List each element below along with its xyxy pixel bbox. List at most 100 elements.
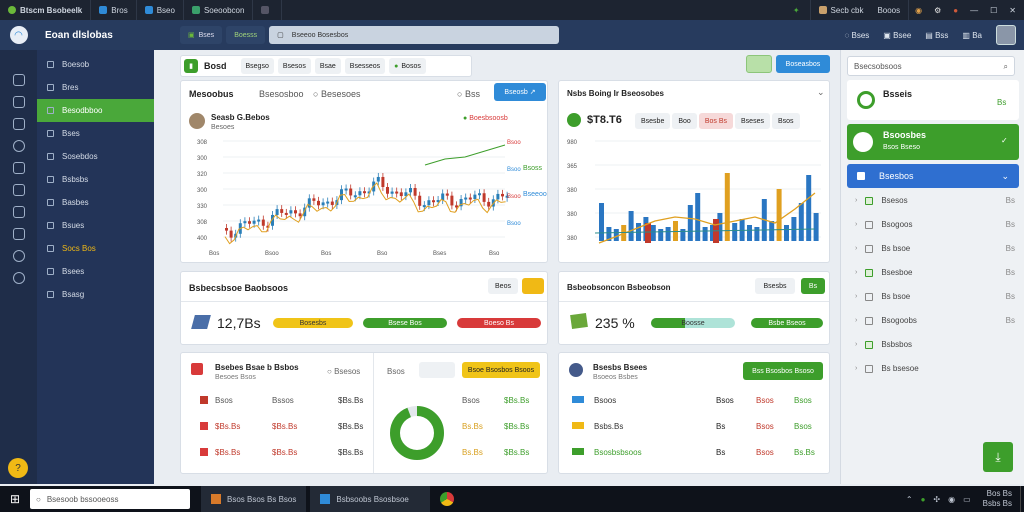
chevron-up-icon[interactable]: ⌃ [906,495,913,504]
header-link-1[interactable]: ◌ Bses [845,31,870,40]
divider [181,301,547,302]
legend-item-1: Bsoss [523,165,543,172]
network-icon[interactable]: ✣ [933,495,940,504]
users-icon[interactable] [12,184,25,196]
account-tab[interactable]: Secb cbk Booos [809,0,910,20]
tree-item[interactable]: › Bs bsoe Bs [855,244,1015,253]
tab-view-0[interactable]: Bsegso [240,58,274,74]
chip-1[interactable]: Boo [672,113,697,129]
search-input[interactable]: ▢ Bseeoo Bosesbos [269,26,560,44]
user-icon[interactable]: ● [953,6,958,15]
header-link-4[interactable]: ▥ Ba [962,31,982,40]
battery-icon[interactable]: ▭ [963,495,971,504]
menu-item[interactable]: Socs Bos [37,237,154,260]
window-tab-0[interactable]: Bros [91,0,137,20]
nav-tab-1[interactable]: ▣ Bses [180,26,223,44]
window-tab-2[interactable]: Soeoobcon [184,0,254,20]
yellow-button[interactable]: Bsoe Bsosbos Bsoos [462,362,540,378]
tab-a[interactable]: Bsos [387,367,405,376]
cloud-icon[interactable] [12,96,25,108]
download-button[interactable]: ⤓ [983,442,1013,472]
tree-item[interactable]: › Bsesos Bs [855,196,1015,205]
tab-view-2[interactable]: Bsae [314,58,341,74]
maximize-icon[interactable]: ☐ [990,6,997,15]
checklist-icon[interactable] [12,206,25,218]
period-select[interactable]: ○ Bss [457,89,480,99]
help-icon[interactable]: ? [8,458,28,478]
chip-4[interactable]: Bsos [771,113,800,129]
card-action-button[interactable]: Bseosb ↗ [494,83,546,101]
toolbar-primary-button[interactable]: Boseasbos [776,55,830,73]
home-icon[interactable]: ▮ [184,59,198,73]
menu-item[interactable]: Boesob [37,53,154,76]
grey-button[interactable]: Bsesbs [755,278,795,294]
tree-item[interactable]: › Bs bsoe Bs [855,292,1015,301]
settings-icon[interactable]: ⚙ [934,6,941,15]
header-link-2[interactable]: ▣ Bsee [883,31,911,40]
briefcase-icon[interactable] [12,118,25,130]
card-tab-1[interactable]: ○ Besesoes [313,89,360,99]
yellow-button[interactable] [522,278,544,294]
window-tab-3[interactable] [253,0,283,20]
layout-icon[interactable] [12,228,25,240]
windows-start-icon[interactable]: ⊞ [0,492,30,506]
card-tab-0[interactable]: Bsesosboo [259,89,304,99]
clock-icon[interactable] [12,140,25,152]
toolbar-green-button[interactable] [746,55,772,73]
globe-icon[interactable]: ◉ [915,6,922,15]
chevron-down-icon[interactable]: ⌄ [817,87,825,98]
grey-button[interactable] [419,362,455,378]
menu-item[interactable]: Bsbsbs [37,168,154,191]
security-icon[interactable]: ● [921,495,926,504]
menu-item[interactable]: Basbes [37,191,154,214]
volume-icon[interactable]: ◉ [948,495,955,504]
tree-item[interactable]: › Bsogoobs Bs [855,316,1015,325]
green-action-button[interactable]: Bss Bsosbos Bsoso [743,362,823,380]
inbox-icon[interactable] [12,74,25,86]
sidebar-search-input[interactable]: Bsecsobsoos ⌕ [847,56,1015,76]
chip-0[interactable]: Bsesbe [635,113,671,129]
menu-item[interactable]: Bsasg [37,283,154,306]
tab-home[interactable]: Bosd [202,61,237,71]
tree-item[interactable]: › Bsesboe Bs [855,268,1015,277]
chart-icon[interactable] [12,162,25,174]
grey-button[interactable]: Beos [488,278,518,294]
menu-item[interactable]: Besodbboo [37,99,154,122]
y-tick-label: 380 [567,188,578,194]
menu-item[interactable]: Bres [37,76,154,99]
show-desktop-button[interactable] [1020,486,1024,512]
sidebar-item-selected[interactable]: Bsesbos ⌄ [847,164,1019,188]
chip-2[interactable]: Bos Bs [698,113,734,129]
menu-item[interactable]: Sosebdos [37,145,154,168]
nav-tab-2[interactable]: Boesss [226,26,266,44]
minimize-icon[interactable]: — [970,6,978,15]
tab-view-3[interactable]: Bsesseos [344,58,386,74]
tab-view-4[interactable]: ● Bosos [389,58,426,74]
sync-icon[interactable]: ✦ [793,6,800,15]
app-tab[interactable]: Btscm Bsobeelk [0,0,92,20]
taskbar-search-input[interactable]: ○ Bsesoob bssooeoss [30,489,190,509]
green-button[interactable]: Bs [801,278,825,294]
avatar[interactable] [996,25,1016,45]
chip-3[interactable]: Bseses [735,113,770,129]
menu-item[interactable]: Bsues [37,214,154,237]
tab-view-1[interactable]: Bsesos [277,58,311,74]
header-link-3[interactable]: ▤ Bss [925,31,948,40]
tree-item[interactable]: › Bs bsesoe [855,364,1015,373]
filter-select[interactable]: ○ Bsesos [327,367,360,376]
smile-icon[interactable] [12,250,25,262]
menu-item[interactable]: Bses [37,122,154,145]
settings-icon[interactable] [12,272,25,284]
menu-item[interactable]: Bsees [37,260,154,283]
browser-icon[interactable] [440,492,455,506]
sidebar-card-2[interactable]: Bsoosbes Bsos Bseso ✓ [847,124,1019,160]
close-icon[interactable]: ✕ [1009,6,1016,15]
logo[interactable]: ◠ [0,20,37,50]
taskbar-app-2[interactable]: Bsbsoobs Bsosbsoe [310,486,431,512]
clock[interactable]: Bos Bs Bsbs Bs [983,489,1012,509]
tree-item[interactable]: › Bsogoos Bs [855,220,1015,229]
sidebar-card-1[interactable]: Bsseis Bs [847,80,1019,120]
window-tab-1[interactable]: Bseo [137,0,184,20]
tree-item[interactable]: › Bsbsbos [855,340,1015,349]
taskbar-app-1[interactable]: Bsos Bsos Bs Bsos [201,486,307,512]
